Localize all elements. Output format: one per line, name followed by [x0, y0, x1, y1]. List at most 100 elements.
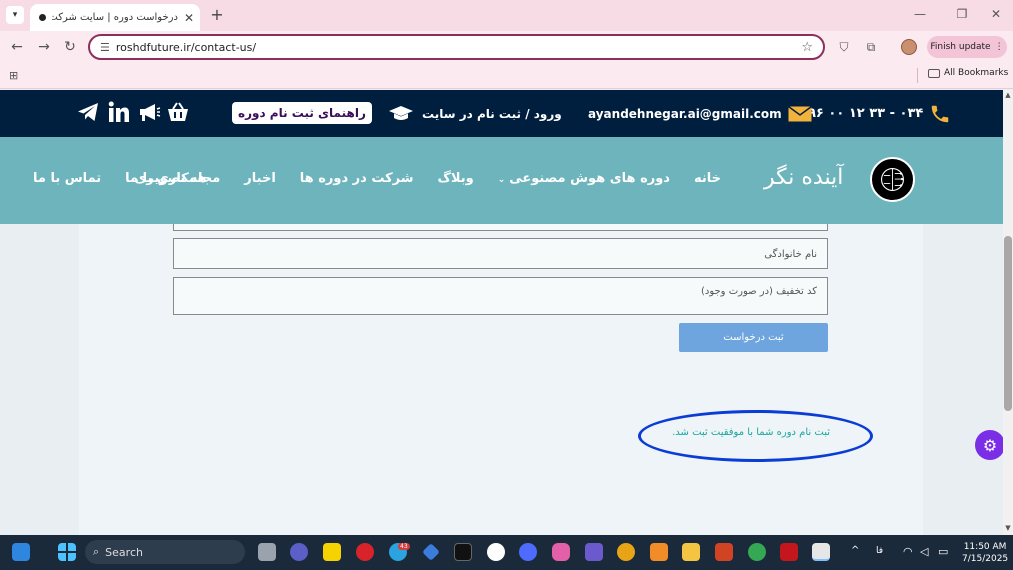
- meet-icon[interactable]: [290, 543, 308, 561]
- nav-cooperation[interactable]: همکاری با ما: [125, 171, 206, 186]
- favicon-icon: [39, 14, 46, 21]
- scrollbar-thumb[interactable]: [1004, 236, 1012, 411]
- app-h-icon[interactable]: [650, 543, 668, 561]
- nav-ai-courses-label: دوره های هوش مصنوعی: [509, 171, 670, 186]
- tab-search-button[interactable]: ▾: [6, 6, 24, 24]
- windows-start-icon[interactable]: [58, 543, 76, 561]
- site-navigation: آینده نگر خانه دوره های هوش مصنوعی⌄ وبلا…: [0, 137, 1003, 224]
- envelope-icon: [787, 105, 812, 121]
- widgets-icon[interactable]: [12, 543, 30, 561]
- all-bookmarks-label: All Bookmarks: [944, 68, 1009, 78]
- browser-tab-bar: ▾ درخواست دوره | سایت شرکت فنا... ✕ + — …: [0, 0, 1013, 31]
- powerpoint-icon[interactable]: [715, 543, 733, 561]
- bookmarks-divider: [917, 68, 918, 83]
- minimize-icon[interactable]: —: [911, 7, 929, 21]
- chrome-icon[interactable]: [748, 543, 766, 561]
- site-top-bar: ۰۳۴ - ۳۳ ۱۲ ۰۰ ۹۶ ayandehnegar.ai@gmail.…: [0, 90, 1003, 137]
- main-menu: خانه دوره های هوش مصنوعی⌄ وبلاگ شرکت در …: [134, 171, 721, 186]
- browser-toolbar: ← → ↻ ☰ roshdfuture.ir/contact-us/ ☆ ⛉ ⧉…: [0, 31, 1013, 63]
- submit-request-button[interactable]: ثبت درخواست: [679, 323, 828, 352]
- telegram-icon[interactable]: [76, 100, 100, 124]
- chrome-profile-icon[interactable]: [617, 543, 635, 561]
- battery-icon[interactable]: ▭: [938, 545, 948, 558]
- email-address: ayandehnegar.ai@gmail.com: [588, 106, 782, 121]
- reload-icon[interactable]: ↻: [61, 38, 79, 56]
- gear-icon: ⚙: [982, 435, 998, 455]
- active-tab[interactable]: درخواست دوره | سایت شرکت فنا... ✕: [30, 4, 200, 31]
- gemini-icon[interactable]: [422, 543, 440, 561]
- close-window-icon[interactable]: ✕: [987, 7, 1005, 21]
- nav-ai-courses[interactable]: دوره های هوش مصنوعی⌄: [498, 171, 670, 186]
- folder-taskbar-icon[interactable]: [682, 543, 700, 561]
- site-info-icon[interactable]: ☰: [100, 41, 110, 54]
- address-bar[interactable]: ☰ roshdfuture.ir/contact-us/ ☆: [88, 34, 825, 60]
- nav-home[interactable]: خانه: [694, 171, 721, 186]
- bookmarks-bar: ⊞ All Bookmarks: [0, 63, 1013, 89]
- folder-icon: [928, 68, 940, 78]
- highlight-annotation: [638, 410, 873, 462]
- shopping-basket-icon[interactable]: [166, 100, 190, 124]
- linkedin-icon[interactable]: [107, 100, 131, 124]
- nav-blog[interactable]: وبلاگ: [438, 171, 474, 186]
- file-explorer-alt-icon[interactable]: [258, 543, 276, 561]
- graduation-cap-icon: [389, 105, 413, 120]
- opera-icon[interactable]: [356, 543, 374, 561]
- grok-icon[interactable]: [585, 543, 603, 561]
- active-app-icon[interactable]: [812, 543, 830, 561]
- search-label: Search: [105, 545, 143, 559]
- secondary-menu: همکاری با ما تماس با ما: [33, 171, 207, 186]
- chatgpt-icon[interactable]: [487, 543, 505, 561]
- profile-avatar[interactable]: [901, 39, 917, 55]
- tray-overflow-icon[interactable]: ^: [851, 545, 859, 556]
- wifi-icon[interactable]: ◠: [903, 545, 913, 558]
- copilot-icon[interactable]: [552, 543, 570, 561]
- chevron-down-icon: ⌄: [497, 175, 506, 185]
- discount-code-input[interactable]: کد تخفیف (در صورت وجود): [173, 277, 828, 315]
- nav-contact[interactable]: تماس با ما: [33, 171, 101, 186]
- phone-contact[interactable]: ۰۳۴ - ۳۳ ۱۲ ۰۰ ۹۶: [808, 90, 951, 137]
- tiktok-icon[interactable]: [454, 543, 472, 561]
- all-bookmarks-button[interactable]: All Bookmarks: [928, 68, 1008, 78]
- taskbar-search[interactable]: ⌕ Search: [85, 540, 245, 564]
- brand-name[interactable]: آینده نگر: [764, 165, 843, 190]
- phone-number: ۰۳۴ - ۳۳ ۱۲ ۰۰ ۹۶: [808, 106, 924, 121]
- shield-extension-icon[interactable]: ⛉: [836, 39, 852, 55]
- url-text: roshdfuture.ir/contact-us/: [115, 40, 257, 54]
- brand-logo[interactable]: [870, 157, 915, 202]
- new-tab-button[interactable]: +: [209, 6, 225, 24]
- login-label: ورود / ثبت نام در سایت: [422, 106, 562, 121]
- family-name-input[interactable]: نام خانوادگی: [173, 238, 828, 269]
- language-indicator[interactable]: فا: [876, 546, 883, 556]
- previous-field[interactable]: [173, 224, 828, 231]
- apps-grid-icon[interactable]: ⊞: [9, 69, 18, 82]
- volume-icon[interactable]: ◁: [920, 545, 928, 558]
- form-card: [79, 224, 923, 535]
- close-tab-icon[interactable]: ✕: [184, 11, 194, 25]
- login-register-link[interactable]: ورود / ثبت نام در سایت: [388, 90, 562, 137]
- tab-title: درخواست دوره | سایت شرکت فنا...: [52, 12, 178, 23]
- finish-update-label: Finish update: [930, 42, 991, 52]
- telegram-badge: 43: [398, 543, 410, 550]
- bookmark-star-icon[interactable]: ☆: [801, 40, 813, 55]
- extensions-icon[interactable]: ⧉: [863, 39, 879, 55]
- taskbar-clock[interactable]: 11:50 AM 7/15/2025: [962, 541, 1008, 565]
- megaphone-icon[interactable]: [137, 100, 161, 124]
- scroll-up-icon[interactable]: ▲: [1003, 91, 1013, 101]
- nav-news[interactable]: اخبار: [244, 171, 276, 186]
- deepseek-icon[interactable]: [519, 543, 537, 561]
- clock-date: 7/15/2025: [962, 554, 1009, 564]
- scroll-down-icon[interactable]: ▼: [1003, 524, 1013, 534]
- restore-icon[interactable]: ❐: [953, 7, 971, 21]
- registration-guide-button[interactable]: راهنمای ثبت نام دوره: [232, 102, 372, 124]
- forward-icon[interactable]: →: [35, 38, 53, 56]
- nav-course-enroll[interactable]: شرکت در دوره ها: [300, 171, 414, 186]
- acrobat-icon[interactable]: [780, 543, 798, 561]
- accessibility-gear-button[interactable]: ⚙: [975, 430, 1005, 460]
- sticky-notes-icon[interactable]: [323, 543, 341, 561]
- search-icon: ⌕: [93, 545, 100, 558]
- phone-icon: [932, 105, 949, 122]
- email-contact[interactable]: ayandehnegar.ai@gmail.com: [588, 90, 812, 137]
- windows-taskbar: ⌕ Search 43 ^ فا ◠ ◁ ▭: [0, 535, 1013, 570]
- back-icon[interactable]: ←: [8, 38, 26, 56]
- finish-update-button[interactable]: Finish update ⋮: [927, 36, 1007, 58]
